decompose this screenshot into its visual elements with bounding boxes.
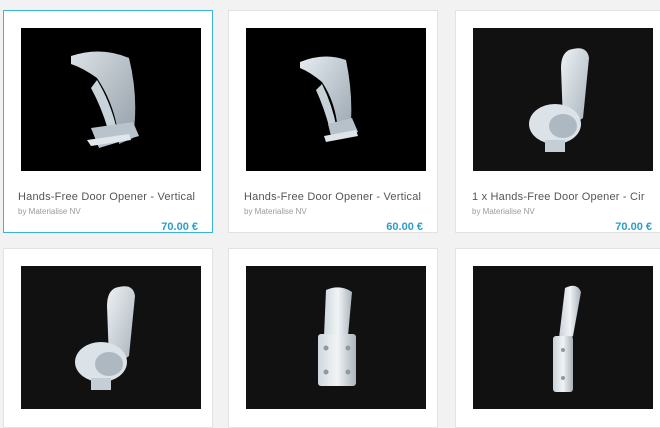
product-image[interactable] (21, 266, 201, 409)
product-price: 60.00 € (386, 221, 423, 233)
product-card[interactable] (455, 248, 660, 428)
product-title[interactable]: 1 x Hands-Free Door Opener - Cir (472, 191, 650, 203)
product-title[interactable]: Hands-Free Door Opener - Vertical (18, 191, 196, 203)
product-author[interactable]: by Materialise NV (472, 207, 535, 216)
product-image[interactable] (246, 266, 426, 409)
product-card[interactable] (3, 248, 213, 428)
product-image[interactable] (473, 266, 653, 409)
product-price: 70.00 € (615, 221, 652, 233)
product-card[interactable]: Hands-Free Door Opener - Vertical by Mat… (3, 10, 213, 233)
product-author[interactable]: by Materialise NV (18, 207, 81, 216)
product-grid: Hands-Free Door Opener - Vertical by Mat… (0, 0, 660, 428)
product-title[interactable]: Hands-Free Door Opener - Vertical (244, 191, 422, 203)
product-card[interactable]: Hands-Free Door Opener - Vertical by Mat… (228, 10, 438, 233)
product-card[interactable]: 1 x Hands-Free Door Opener - Cir by Mate… (455, 10, 660, 233)
product-card[interactable] (228, 248, 438, 428)
product-author[interactable]: by Materialise NV (244, 207, 307, 216)
product-price: 70.00 € (161, 221, 198, 233)
